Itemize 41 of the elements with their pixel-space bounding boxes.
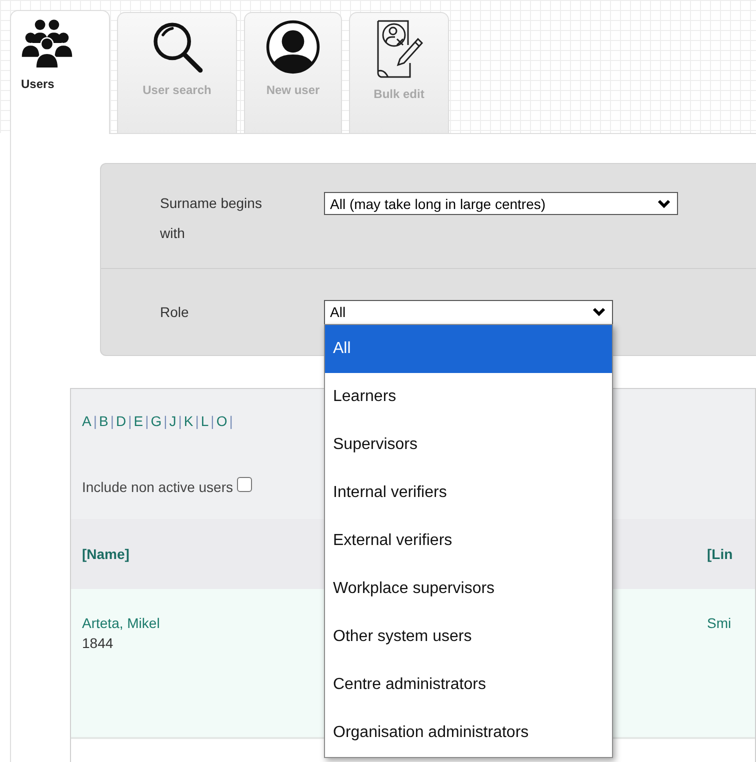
letter-link[interactable]: O — [216, 413, 228, 429]
checkbox-label: Include non active users — [82, 479, 233, 495]
dropdown-option[interactable]: Centre administrators — [325, 660, 612, 708]
letter-separator: | — [178, 413, 182, 429]
dropdown-option[interactable]: All — [325, 324, 612, 372]
letter-link[interactable]: L — [200, 413, 209, 429]
letter-link[interactable]: B — [98, 413, 108, 429]
chevron-down-icon — [592, 307, 606, 317]
filter-label: Role — [160, 303, 190, 322]
letter-link[interactable]: E — [134, 413, 144, 429]
letter-separator: | — [145, 413, 149, 429]
filter-label: Surname begins with — [160, 194, 263, 243]
column-header[interactable]: [Lin — [707, 546, 733, 562]
letter-link[interactable]: J — [169, 413, 176, 429]
dropdown-option[interactable]: Other system users — [325, 612, 612, 660]
tab[interactable]: Users — [10, 10, 110, 134]
letter-link[interactable]: A — [82, 413, 92, 429]
letter-separator: | — [128, 413, 132, 429]
surname-select[interactable]: All (may take long in large centres) — [324, 192, 678, 215]
letter-link[interactable]: D — [116, 413, 126, 429]
letter-link[interactable]: G — [150, 413, 162, 429]
letter-separator: | — [164, 413, 168, 429]
letter-separator: | — [93, 413, 97, 429]
people-group-icon — [21, 17, 73, 69]
dropdown-option[interactable]: Organisation administrators — [325, 708, 612, 756]
dropdown-option[interactable]: Internal verifiers — [325, 468, 612, 516]
user-avatar-icon — [265, 19, 321, 75]
letter-separator: | — [210, 413, 214, 429]
dropdown-option[interactable]: Supervisors — [325, 420, 612, 468]
column-header[interactable]: [Name] — [82, 546, 130, 562]
user-name-link[interactable]: Arteta, Mikel — [82, 613, 160, 633]
letter-link[interactable]: K — [184, 413, 194, 429]
letter-separator: | — [195, 413, 199, 429]
dropdown-option[interactable]: Workplace supervisors — [325, 564, 612, 612]
letter-separator: | — [110, 413, 114, 429]
table-cell-text: Smi — [707, 614, 732, 633]
user-id: 1844 — [82, 634, 114, 653]
letter-separator: | — [229, 413, 233, 429]
dropdown-option[interactable]: External verifiers — [325, 516, 612, 564]
dropdown-option[interactable]: Learners — [325, 372, 612, 420]
chevron-down-icon — [657, 198, 671, 208]
